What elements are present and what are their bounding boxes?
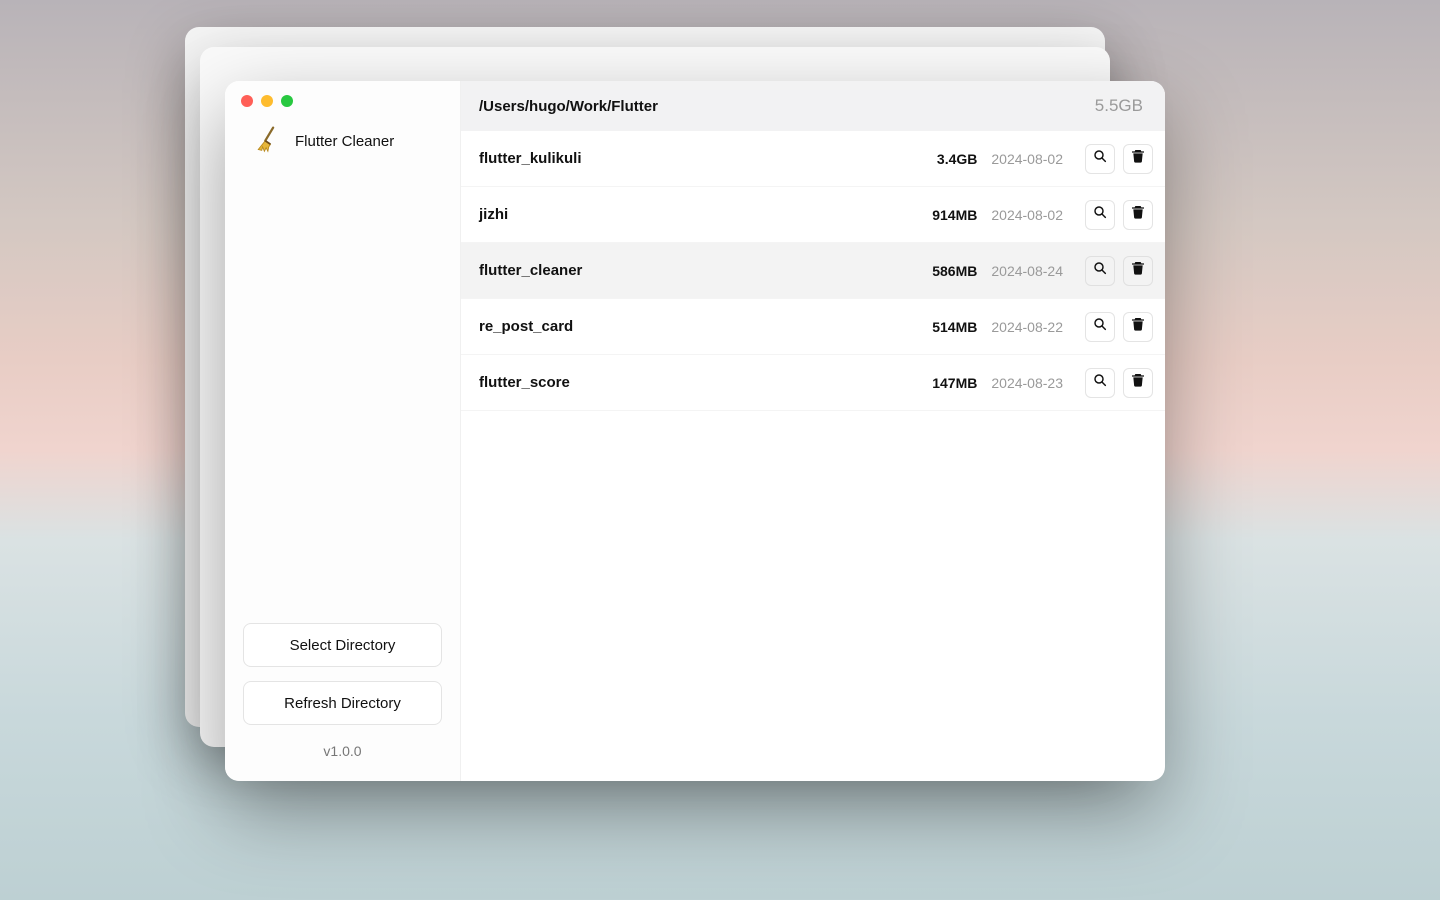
delete-button[interactable]: [1123, 256, 1153, 286]
reveal-button[interactable]: [1085, 312, 1115, 342]
project-name: re_post_card: [479, 318, 932, 335]
project-name: flutter_kulikuli: [479, 150, 937, 167]
project-row[interactable]: flutter_score147MB 2024-08-23: [461, 355, 1165, 411]
delete-button[interactable]: [1123, 144, 1153, 174]
project-date: 2024-08-22: [991, 319, 1063, 335]
search-icon: [1092, 316, 1108, 337]
delete-button[interactable]: [1123, 200, 1153, 230]
project-row[interactable]: re_post_card514MB 2024-08-22: [461, 299, 1165, 355]
reveal-button[interactable]: [1085, 368, 1115, 398]
window-controls: [225, 81, 460, 107]
trash-icon: [1130, 316, 1146, 337]
minimize-window-button[interactable]: [261, 95, 273, 107]
reveal-button[interactable]: [1085, 144, 1115, 174]
project-date: 2024-08-23: [991, 375, 1063, 391]
project-row[interactable]: flutter_cleaner586MB 2024-08-24: [461, 243, 1165, 299]
search-icon: [1092, 148, 1108, 169]
project-size: 147MB: [932, 375, 977, 391]
project-size: 514MB: [932, 319, 977, 335]
maximize-window-button[interactable]: [281, 95, 293, 107]
total-size: 5.5GB: [1095, 96, 1143, 116]
app-window: Flutter Cleaner Select Directory Refresh…: [225, 81, 1165, 781]
trash-icon: [1130, 372, 1146, 393]
project-list: flutter_kulikuli3.4GB2024-08-02jizhi914M…: [461, 131, 1165, 411]
delete-button[interactable]: [1123, 312, 1153, 342]
trash-icon: [1130, 204, 1146, 225]
project-name: flutter_score: [479, 374, 932, 391]
project-date: 2024-08-02: [991, 207, 1063, 223]
sidebar: Flutter Cleaner Select Directory Refresh…: [225, 81, 461, 781]
project-size: 586MB: [932, 263, 977, 279]
project-size: 3.4GB: [937, 151, 977, 167]
broom-icon: [253, 125, 281, 158]
search-icon: [1092, 372, 1108, 393]
directory-path: /Users/hugo/Work/Flutter: [479, 98, 658, 115]
search-icon: [1092, 260, 1108, 281]
reveal-button[interactable]: [1085, 256, 1115, 286]
trash-icon: [1130, 260, 1146, 281]
app-brand: Flutter Cleaner: [225, 107, 460, 158]
app-version: v1.0.0: [225, 743, 460, 781]
project-row[interactable]: jizhi914MB 2024-08-02: [461, 187, 1165, 243]
project-date: 2024-08-02: [991, 151, 1063, 167]
delete-button[interactable]: [1123, 368, 1153, 398]
project-name: flutter_cleaner: [479, 262, 932, 279]
close-window-button[interactable]: [241, 95, 253, 107]
project-date: 2024-08-24: [991, 263, 1063, 279]
trash-icon: [1130, 148, 1146, 169]
project-row[interactable]: flutter_kulikuli3.4GB 2024-08-02: [461, 131, 1165, 187]
search-icon: [1092, 204, 1108, 225]
main-content: /Users/hugo/Work/Flutter 5.5GB flutter_k…: [461, 81, 1165, 781]
project-size: 914MB: [932, 207, 977, 223]
sidebar-actions: Select Directory Refresh Directory: [225, 623, 460, 743]
select-directory-button[interactable]: Select Directory: [243, 623, 442, 667]
header-bar: /Users/hugo/Work/Flutter 5.5GB: [461, 81, 1165, 131]
app-title: Flutter Cleaner: [295, 133, 394, 150]
refresh-directory-button[interactable]: Refresh Directory: [243, 681, 442, 725]
project-name: jizhi: [479, 206, 932, 223]
reveal-button[interactable]: [1085, 200, 1115, 230]
